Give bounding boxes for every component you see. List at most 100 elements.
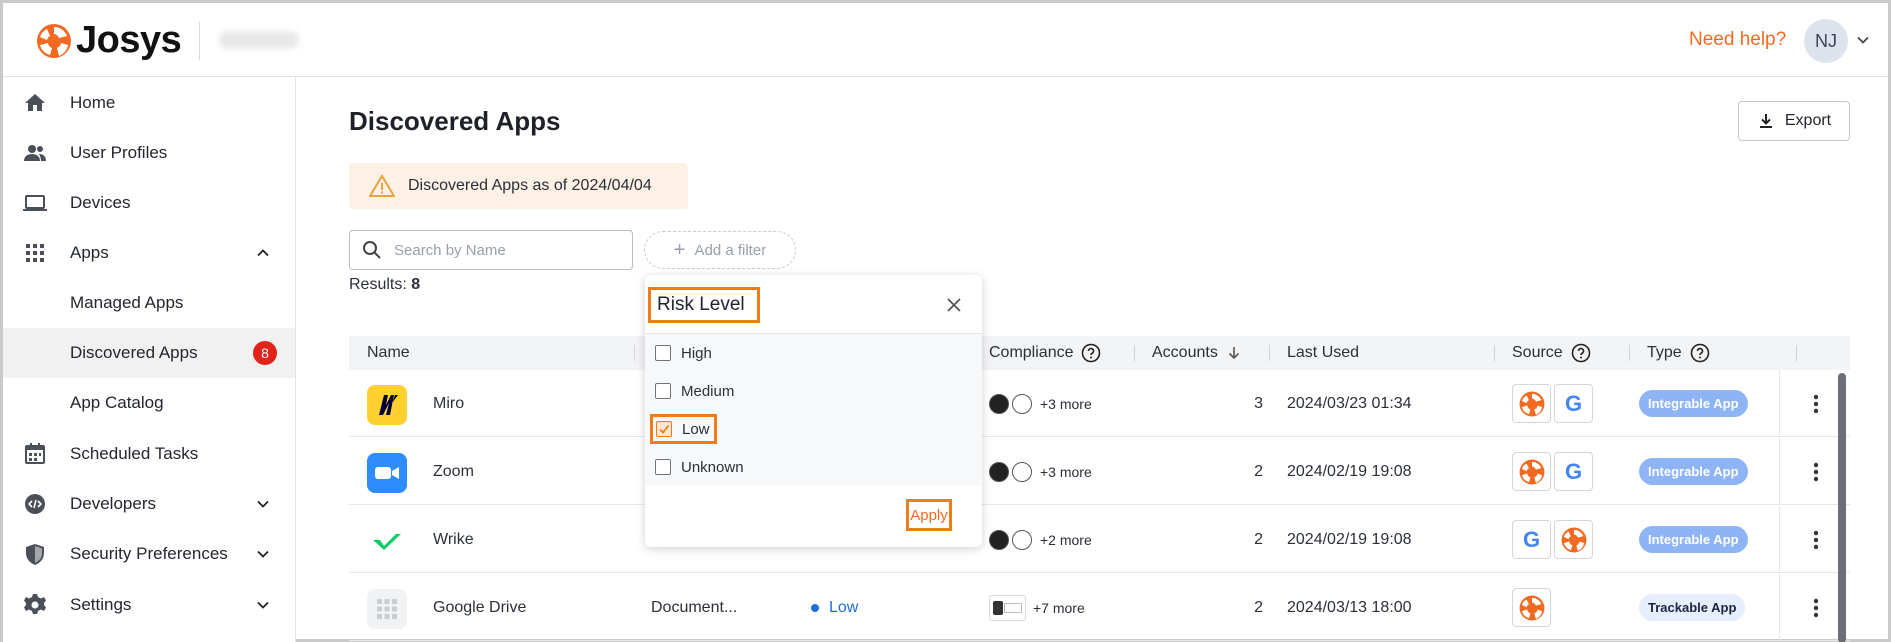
add-filter-button[interactable]: + Add a filter (644, 231, 796, 269)
table-row[interactable]: Google Drive Document... Low +7 more 2 2… (349, 574, 1850, 641)
export-label: Export (1784, 112, 1832, 129)
logo-divider (199, 22, 200, 60)
app-name[interactable]: Zoom (433, 438, 474, 505)
certification-logo-icon (989, 461, 1009, 482)
option-unknown[interactable]: Unknown (655, 454, 744, 480)
sidebar-item-label: Developers (70, 494, 156, 513)
sidebar-item-label: Discovered Apps (70, 343, 198, 362)
table-scrollbar[interactable] (1838, 373, 1846, 642)
brand-name: Josys (76, 19, 182, 61)
josys-source-icon (1512, 588, 1551, 627)
help-icon[interactable] (1571, 343, 1591, 363)
row-menu-icon[interactable] (1804, 526, 1828, 553)
warning-icon (369, 174, 395, 197)
compliance-more[interactable]: +2 more (1040, 532, 1092, 548)
popover-title: Risk Level (648, 287, 760, 323)
sidebar-item-label: Security Preferences (70, 544, 228, 563)
sidebar-item-settings[interactable]: Settings (3, 580, 295, 630)
app-name[interactable]: Wrike (433, 506, 474, 573)
results-label: Results: (349, 276, 407, 293)
column-header-compliance[interactable]: Compliance (989, 336, 1101, 370)
calendar-icon (22, 441, 48, 467)
accounts-count: 3 (1254, 394, 1263, 412)
compliance-more[interactable]: +3 more (1040, 464, 1092, 480)
certification-logo-icon (1012, 529, 1032, 550)
row-menu-icon[interactable] (1804, 390, 1828, 417)
accounts-count: 2 (1254, 462, 1263, 480)
column-header-accounts[interactable]: Accounts (1152, 336, 1242, 370)
tenant-name-redacted (219, 31, 299, 49)
type-badge: Integrable App (1639, 526, 1748, 553)
checkbox-checked[interactable] (656, 421, 672, 437)
source-cell: G (1512, 370, 1593, 437)
notice-text: Discovered Apps as of 2024/04/04 (408, 177, 652, 194)
checkbox[interactable] (655, 459, 671, 475)
avatar[interactable]: NJ (1804, 19, 1848, 63)
need-help-link[interactable]: Need help? (1689, 29, 1786, 51)
close-icon[interactable] (942, 293, 966, 317)
zoom-logo-icon (367, 453, 407, 493)
sidebar-item-devices[interactable]: Devices (3, 178, 295, 228)
google-source-icon: G (1554, 452, 1593, 491)
column-header-type[interactable]: Type (1647, 336, 1710, 370)
option-high[interactable]: High (655, 340, 712, 366)
search-input[interactable] (394, 237, 624, 263)
code-gear-icon (22, 491, 48, 517)
help-icon[interactable] (1081, 343, 1101, 363)
column-divider (1779, 506, 1780, 573)
option-medium[interactable]: Medium (655, 378, 734, 404)
app-name[interactable]: Miro (433, 370, 464, 437)
sidebar: Home User Profiles Devices Apps Managed … (3, 77, 296, 642)
table-row[interactable]: Miro +3 more 3 2024/03/23 01:34 G Integr… (349, 370, 1850, 437)
checkbox[interactable] (655, 345, 671, 361)
apply-button[interactable]: Apply (906, 499, 952, 531)
josys-logo[interactable]: Josys (36, 19, 182, 62)
grid-icon (22, 240, 48, 266)
sidebar-item-app-catalog[interactable]: App Catalog (3, 378, 295, 428)
miro-logo-icon (367, 385, 407, 425)
certification-logo-icon (1012, 393, 1032, 414)
laptop-icon (22, 190, 48, 216)
compliance-more[interactable]: +7 more (1033, 600, 1085, 616)
sidebar-item-home[interactable]: Home (3, 78, 295, 128)
column-label: Last Used (1287, 344, 1360, 361)
export-button[interactable]: Export (1738, 101, 1850, 141)
row-menu-icon[interactable] (1804, 458, 1828, 485)
sidebar-item-managed-apps[interactable]: Managed Apps (3, 278, 295, 328)
option-label: Medium (681, 382, 735, 400)
sidebar-item-developers[interactable]: Developers (3, 479, 295, 529)
search-box[interactable] (349, 230, 633, 270)
table-row[interactable]: Zoom +3 more 2 2024/02/19 19:08 G Integr… (349, 438, 1850, 505)
app-name[interactable]: Google Drive (433, 574, 526, 641)
sidebar-item-user-profiles[interactable]: User Profiles (3, 128, 295, 178)
sidebar-item-scheduled-tasks[interactable]: Scheduled Tasks (3, 429, 295, 479)
table-header: Name Compliance Accounts Last Used Sourc… (349, 336, 1850, 370)
column-divider (634, 345, 635, 361)
users-icon (22, 140, 48, 166)
sidebar-item-security-preferences[interactable]: Security Preferences (3, 529, 295, 579)
chevron-down-icon[interactable] (1855, 32, 1871, 48)
checkbox[interactable] (655, 383, 671, 399)
row-menu-icon[interactable] (1804, 594, 1828, 621)
category: Document... (651, 598, 738, 616)
sidebar-item-apps[interactable]: Apps (3, 228, 295, 278)
option-low[interactable]: Low (650, 414, 717, 444)
type-badge: Integrable App (1639, 458, 1748, 485)
column-header-source[interactable]: Source (1512, 336, 1591, 370)
sidebar-item-label: Devices (70, 193, 131, 212)
plus-icon: + (673, 239, 686, 261)
column-header-name[interactable]: Name (367, 336, 410, 370)
table-row[interactable]: Wrike +2 more 2 2024/02/19 19:08 G Integ… (349, 506, 1850, 573)
filter-options: High Medium Low Unknown (645, 334, 982, 486)
option-label: High (681, 344, 712, 362)
column-header-last-used[interactable]: Last Used (1287, 336, 1359, 370)
compliance-more[interactable]: +3 more (1040, 396, 1092, 412)
josys-source-icon (1554, 520, 1593, 559)
help-icon[interactable] (1690, 343, 1710, 363)
chevron-down-icon (257, 550, 269, 558)
discovery-notice: Discovered Apps as of 2024/04/04 (349, 163, 688, 209)
column-divider (1779, 438, 1780, 505)
risk-dot (811, 603, 819, 612)
results-count: Results: 8 (349, 276, 420, 294)
sidebar-item-discovered-apps[interactable]: Discovered Apps 8 (3, 328, 295, 378)
